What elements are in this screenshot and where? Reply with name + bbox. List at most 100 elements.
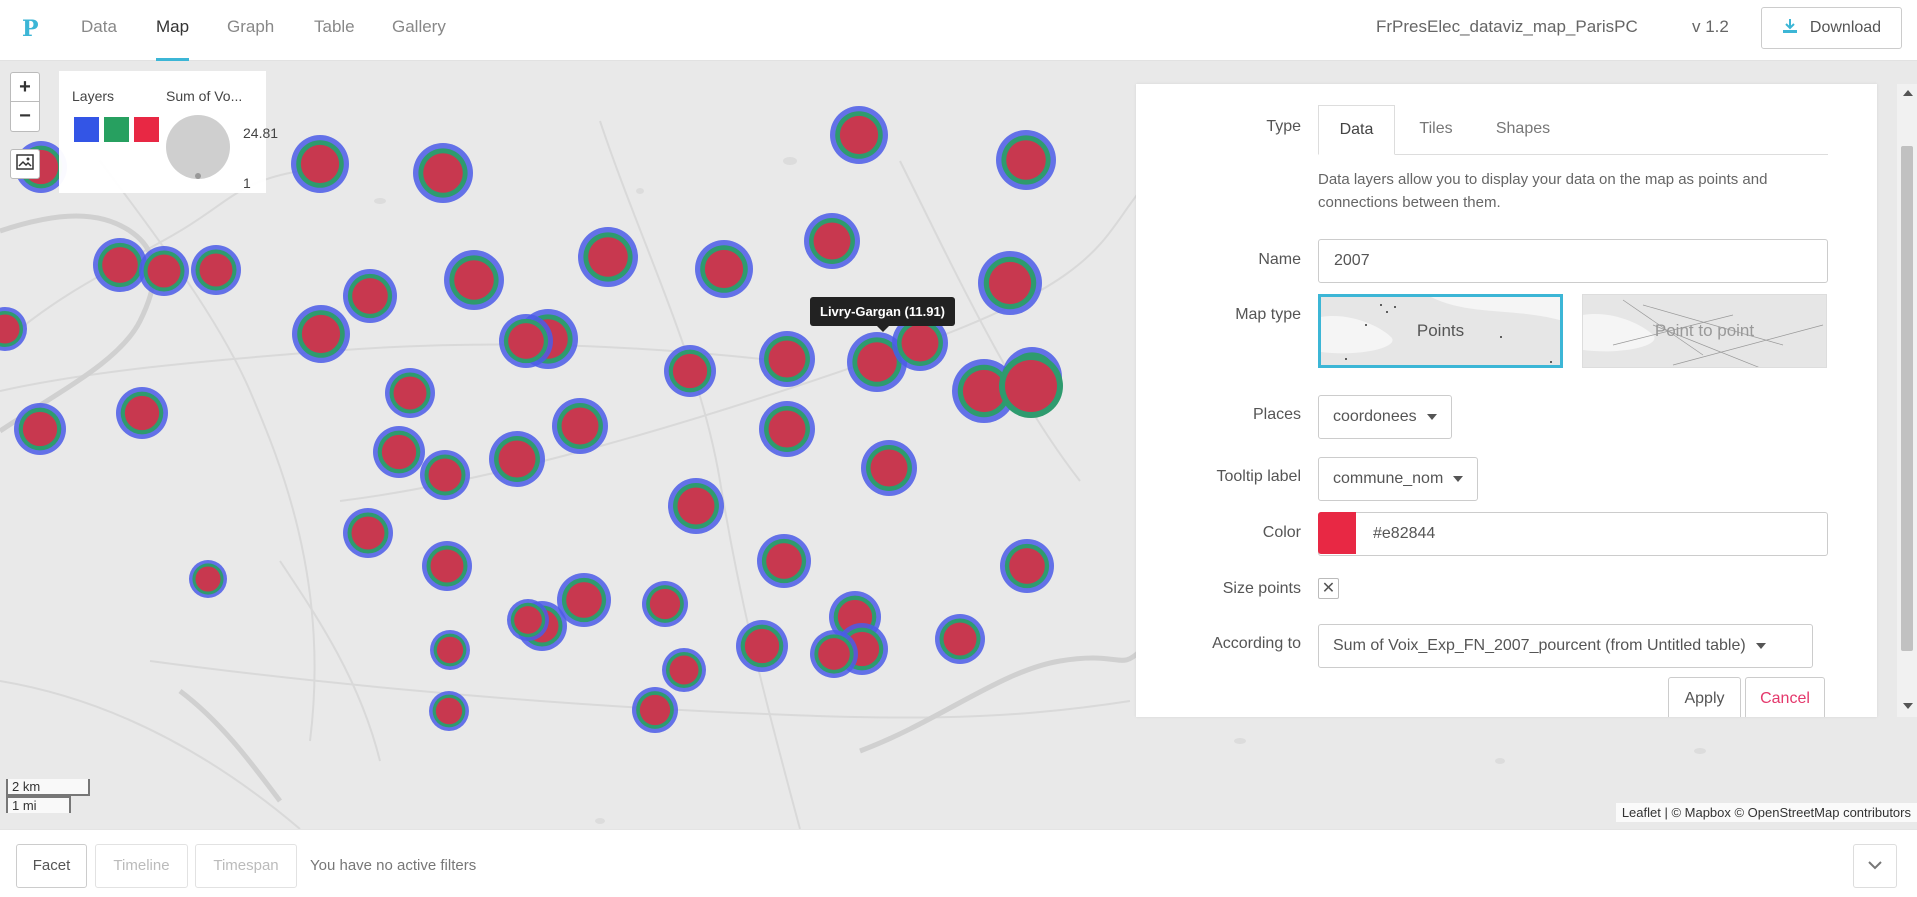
download-button[interactable]: Download (1761, 7, 1902, 49)
map-data-point[interactable] (291, 135, 349, 193)
map-data-point[interactable] (642, 581, 688, 627)
map-data-point[interactable] (632, 687, 678, 733)
collapse-filter-bar-button[interactable] (1853, 844, 1897, 888)
tab-gallery[interactable]: Gallery (392, 0, 446, 61)
map-data-point[interactable] (810, 630, 858, 678)
map-type-point-to-point[interactable]: Point to point (1582, 294, 1827, 368)
timespan-button[interactable]: Timespan (195, 844, 297, 888)
tab-graph[interactable]: Graph (227, 0, 274, 61)
map-data-point[interactable] (499, 314, 553, 368)
zoom-in-button[interactable]: + (10, 72, 40, 102)
map-data-point[interactable] (444, 250, 504, 310)
map-data-point[interactable] (978, 251, 1042, 315)
map-type-label: Map type (1235, 306, 1301, 323)
map-data-point[interactable] (0, 307, 27, 351)
map-data-point[interactable] (139, 246, 189, 296)
map-data-point[interactable] (189, 560, 227, 598)
image-export-icon (16, 153, 34, 175)
legend-swatch-green (104, 117, 129, 142)
places-select-value: coordonees (1333, 408, 1417, 425)
tab-map[interactable]: Map (156, 0, 190, 61)
tab-layer-data[interactable]: Data (1318, 105, 1395, 155)
color-swatch-picker[interactable] (1318, 512, 1356, 554)
map-data-point[interactable] (93, 238, 147, 292)
panel-scrollbar[interactable] (1897, 84, 1917, 717)
map-data-point[interactable] (116, 387, 168, 439)
map-type-point-to-point-label: Point to point (1654, 321, 1755, 340)
according-to-select[interactable]: Sum of Voix_Exp_FN_2007_pourcent (from U… (1318, 624, 1813, 668)
map-data-point[interactable] (413, 143, 473, 203)
map-data-point[interactable] (489, 431, 545, 487)
size-points-checkbox[interactable]: ✕ (1318, 578, 1339, 599)
size-points-label: Size points (1222, 580, 1301, 597)
map-data-point[interactable] (757, 534, 811, 588)
map-data-point[interactable] (385, 368, 435, 418)
map-data-point[interactable] (343, 269, 397, 323)
according-to-label: According to (1212, 635, 1301, 652)
map-data-point[interactable] (668, 478, 724, 534)
map-legend: Layers Sum of Vo... 24.81 1 (59, 71, 278, 193)
map-data-point[interactable] (759, 331, 815, 387)
map-data-point[interactable] (552, 398, 608, 454)
facet-button[interactable]: Facet (16, 844, 87, 888)
map-data-point[interactable] (422, 541, 472, 591)
map-data-point[interactable] (429, 691, 469, 731)
map-data-point[interactable] (292, 305, 350, 363)
tab-layer-shapes[interactable]: Shapes (1478, 105, 1568, 155)
map-data-point[interactable] (736, 620, 788, 672)
map-data-point[interactable] (1000, 539, 1054, 593)
project-title: FrPresElec_dataviz_map_ParisPC (1376, 17, 1638, 36)
map-data-point[interactable] (507, 599, 549, 641)
places-select[interactable]: coordonees (1318, 395, 1452, 439)
top-navigation-bar: P Data Map Graph Table Gallery FrPresEle… (0, 0, 1917, 61)
app-logo[interactable]: P (22, 16, 39, 42)
map-data-point[interactable] (695, 240, 753, 298)
map-data-point[interactable] (191, 245, 241, 295)
layer-settings-panel: Type Data Tiles Shapes Data layers allow… (1136, 84, 1877, 717)
scale-bar-mi: 1 mi (6, 796, 71, 813)
name-label: Name (1258, 251, 1301, 268)
layer-name-input[interactable]: 2007 (1318, 239, 1828, 283)
map-data-point[interactable] (861, 440, 917, 496)
map-type-points-label: Points (1416, 321, 1465, 340)
apply-button[interactable]: Apply (1668, 677, 1741, 717)
map-data-point[interactable] (373, 426, 425, 478)
chevron-down-icon (1868, 857, 1882, 875)
layer-type-description: Data layers allow you to display your da… (1318, 171, 1768, 211)
color-hex-input[interactable]: #e82844 (1318, 512, 1828, 556)
tab-data[interactable]: Data (81, 0, 117, 61)
version-label[interactable]: v 1.2 (1692, 17, 1729, 37)
tab-table[interactable]: Table (314, 0, 355, 61)
scroll-down-arrow-icon[interactable] (1903, 703, 1913, 709)
map-data-point[interactable] (996, 130, 1056, 190)
cancel-button[interactable]: Cancel (1745, 677, 1825, 717)
map-data-point[interactable] (662, 648, 706, 692)
timeline-button[interactable]: Timeline (95, 844, 188, 888)
scale-bar-km: 2 km (6, 779, 90, 796)
scroll-up-arrow-icon[interactable] (1903, 90, 1913, 96)
map-data-point[interactable] (430, 630, 470, 670)
places-label: Places (1252, 406, 1301, 423)
tooltip-label-select[interactable]: commune_nom (1318, 457, 1479, 501)
tooltip-label-select-value: commune_nom (1333, 470, 1444, 487)
map-data-point[interactable] (830, 106, 888, 164)
tab-layer-tiles[interactable]: Tiles (1398, 105, 1474, 155)
map-data-point[interactable] (935, 614, 985, 664)
map-data-point[interactable] (420, 450, 470, 500)
map-data-point[interactable] (759, 401, 815, 457)
map-data-point-highlighted[interactable] (999, 354, 1063, 418)
map-type-points[interactable]: Points (1318, 294, 1563, 368)
legend-size-title: Sum of Vo... (166, 88, 243, 104)
map-tooltip: Livry-Gargan (11.91) (810, 297, 955, 332)
map-data-point[interactable] (804, 213, 860, 269)
scrollbar-thumb[interactable] (1901, 146, 1913, 651)
map-data-point[interactable] (578, 227, 638, 287)
map-data-point[interactable] (343, 508, 393, 558)
map-attribution[interactable]: Leaflet | © Mapbox © OpenStreetMap contr… (1615, 803, 1917, 822)
export-image-button[interactable] (10, 149, 40, 179)
zoom-out-button[interactable]: − (10, 102, 40, 132)
map-data-point[interactable] (664, 345, 716, 397)
map-data-point[interactable] (14, 403, 66, 455)
chevron-down-icon (1453, 475, 1464, 482)
legend-size-circle-min (195, 173, 201, 179)
